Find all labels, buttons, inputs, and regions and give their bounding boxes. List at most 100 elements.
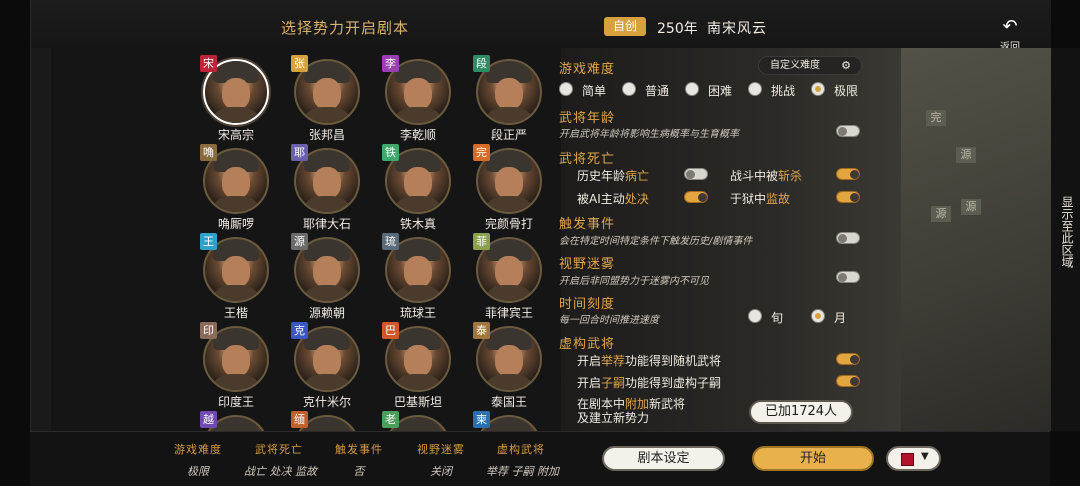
summary-key: 虚构武将 [497,443,545,456]
virtual-option-toggle[interactable] [836,353,860,365]
virtual-option-label: 开启举荐功能得到随机武将 [577,354,722,368]
summary-item: 虚构武将举荐 子嗣 附加 [486,441,559,479]
difficulty-radio[interactable] [559,82,573,96]
faction-card[interactable]: 耶耶律大石 [282,142,372,231]
difficulty-option-label: 简单 [582,84,607,98]
summary-item: 游戏难度 极限 [163,441,233,479]
faction-tag: 菲 [473,233,490,250]
summary-key: 触发事件 [335,443,383,456]
summary-value: 举荐 子嗣 附加 [486,465,559,478]
time-scale-radio[interactable] [811,309,825,323]
faction-tag: 泰 [473,322,490,339]
fog-toggle[interactable] [836,271,860,283]
faction-card[interactable]: 王王楷 [191,231,281,320]
faction-card[interactable]: 张张邦昌 [282,53,372,142]
difficulty-option-label: 挑战 [771,84,796,98]
script-settings-button[interactable]: 剧本设定 [602,446,725,471]
leader-name: 唃厮啰 [217,217,254,231]
start-button[interactable]: 开始 [752,446,874,471]
events-toggle[interactable] [836,232,860,244]
faction-card[interactable]: 缅 [282,409,372,431]
faction-card[interactable]: 铁铁木真 [373,142,463,231]
summary-item: 触发事件否 [324,441,394,479]
leader-name: 段正严 [490,128,527,142]
faction-card[interactable]: 老 [373,409,463,431]
summary-value: 关闭 [430,465,452,478]
faction-tag: 印 [200,322,217,339]
map-region-label: 源 [956,147,976,163]
time-scale-label: 月 [834,311,847,325]
custom-difficulty-button[interactable]: 自定义难度 ⚙ [758,56,862,75]
faction-card[interactable]: 宋宋高宗 [191,53,281,142]
faction-card[interactable]: 李李乾顺 [373,53,463,142]
faction-roster[interactable]: 宋宋高宗张张邦昌李李乾顺段段正严唃唃厮啰耶耶律大石铁铁木真完完颜骨打王王楷源源赖… [51,48,561,431]
virtual-option-toggle[interactable] [836,375,860,387]
death-option-toggle[interactable] [684,191,708,203]
faction-card[interactable]: 巴巴基斯坦 [373,320,463,409]
faction-tag: 耶 [291,144,308,161]
color-swatch [901,453,914,466]
faction-card[interactable]: 唃唃厮啰 [191,142,281,231]
summary-value: 极限 [187,465,209,478]
faction-tag: 张 [291,55,308,72]
faction-card[interactable]: 泰泰国王 [464,320,554,409]
summary-value: 否 [353,465,365,478]
scenario-name: 南宋风云 [707,21,767,37]
difficulty-option-label: 普通 [645,84,670,98]
difficulty-radio[interactable] [811,82,825,96]
added-generals-button[interactable]: 已加1724人 [749,400,853,424]
gear-icon: ⚙ [841,59,851,72]
leader-name: 琉球王 [399,306,436,320]
dropdown-caret-icon: ▼ [921,451,929,462]
events-desc: 会在特定时间特定条件下触发历史/剧情事件 [559,236,753,247]
death-title: 武将死亡 [559,152,616,167]
death-option-label: 被AI主动处决 [577,192,649,206]
difficulty-radio[interactable] [748,82,762,96]
leader-name: 李乾顺 [399,128,436,142]
difficulty-radio[interactable] [685,82,699,96]
faction-card[interactable]: 源源赖朝 [282,231,372,320]
custom-badge: 自创 [604,17,647,36]
faction-card[interactable]: 克克什米尔 [282,320,372,409]
faction-card[interactable]: 琉琉球王 [373,231,463,320]
age-title: 武将年龄 [559,111,616,126]
faction-card[interactable]: 印印度王 [191,320,281,409]
faction-card[interactable]: 完完颜骨打 [464,142,554,231]
side-label[interactable]: 显示至此区域 [1058,196,1074,268]
age-desc: 开启武将年龄将影响生病概率与生育概率 [559,129,739,140]
scenario-year: 250年 [657,21,698,37]
faction-tag: 王 [200,233,217,250]
faction-card[interactable]: 越 [191,409,281,431]
top-bar: 选择势力开启剧本 自创 250年 南宋风云 ↶ 返回 [31,0,1051,53]
leader-name: 源赖朝 [308,306,345,320]
map-region-label: 完 [926,110,946,126]
summary-key: 游戏难度 [174,443,222,456]
death-option-toggle[interactable] [684,168,708,180]
death-option-toggle[interactable] [836,168,860,180]
faction-tag: 缅 [291,411,308,428]
map-preview: 完源源源 [901,48,1051,431]
time-scale-radio[interactable] [748,309,762,323]
summary-key: 视野迷雾 [417,443,465,456]
page-title: 选择势力开启剧本 [281,19,410,37]
faction-tag: 越 [200,411,217,428]
faction-tag: 李 [382,55,399,72]
events-title: 触发事件 [559,217,616,232]
map-region-label: 源 [931,206,951,222]
age-toggle[interactable] [836,125,860,137]
leader-name: 完颜骨打 [484,217,533,231]
fog-desc: 开启后非同盟势力于迷雾内不可见 [559,276,709,287]
death-option-label: 战斗中被斩杀 [730,169,803,183]
death-option-toggle[interactable] [836,191,860,203]
summary-item: 视野迷雾 关闭 [406,441,476,479]
faction-tag: 克 [291,322,308,339]
difficulty-radio[interactable] [622,82,636,96]
faction-card[interactable]: 柬 [464,409,554,431]
faction-card[interactable]: 段段正严 [464,53,554,142]
faction-tag: 段 [473,55,490,72]
faction-card[interactable]: 菲菲律宾王 [464,231,554,320]
color-picker-button[interactable]: ▼ [886,446,941,471]
difficulty-title: 游戏难度 [559,62,616,77]
difficulty-option-label: 极限 [834,84,859,98]
add-generals-line2: 及建立新势力 [577,411,650,425]
